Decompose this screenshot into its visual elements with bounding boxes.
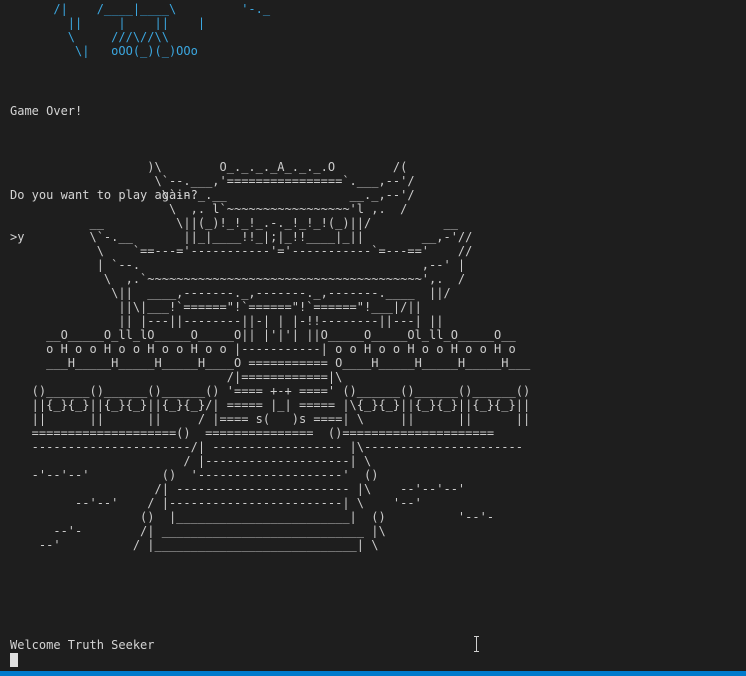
ascii-art-line: \ ///\//\\ bbox=[10, 30, 169, 44]
temple-art-line: / |--------------------| \ bbox=[10, 454, 372, 468]
temple-art-line: \ ,.`~~~~~~~~~~~~~~~~~~~~~~~~~~~~~~~~~~~… bbox=[10, 272, 466, 286]
temple-art-line: ====================() =============== (… bbox=[10, 426, 495, 440]
terminal-panel[interactable]: /| /____|____\ '-._ || | || | \ ///\//\\… bbox=[0, 0, 746, 676]
temple-art-line: \ ,. l`~~~~~~~~~~~~~~~~~'l ,. / bbox=[10, 202, 408, 216]
ascii-art-line: || | || | bbox=[10, 16, 206, 30]
temple-art-line: __O_____O_ll_lO_____O_____O|| |'|'| ||O_… bbox=[10, 328, 516, 342]
temple-art-line: /|============|\ bbox=[10, 370, 343, 384]
temple-art-line: ___H_____H_____H_____H____O =========== … bbox=[10, 356, 531, 370]
game-over-text: Game Over! bbox=[10, 104, 83, 118]
temple-art-line: \`--._.__ __._,--'/ bbox=[10, 188, 415, 202]
temple-art-line: -'--'--' () '--------------------' () bbox=[10, 468, 379, 482]
temple-art-line: /| ------------------------ |\ --'--'--' bbox=[10, 482, 466, 496]
ascii-art-line: \| oOO(_)(_)OOo bbox=[10, 44, 198, 58]
temple-art-line: () |________________________| () '--'- bbox=[10, 510, 495, 524]
temple-art-line: | `--. ,--' | bbox=[10, 258, 466, 272]
temple-art-line: \`--.___,'================`.___,--'/ bbox=[10, 174, 415, 188]
ascii-art-top: /| /____|____\ '-._ || | || | \ ///\//\\… bbox=[10, 2, 270, 58]
temple-art-line: ()______()______()______() '==== +-+ ===… bbox=[10, 384, 531, 398]
temple-art-line: ||\|___!`======"!`======"!`======"!___|/… bbox=[10, 300, 422, 314]
temple-art-line: ----------------------/| ---------------… bbox=[10, 440, 523, 454]
temple-art-line: ||{_}{_}||{_}{_}||{_}{_}/| ===== |_| ===… bbox=[10, 398, 531, 412]
temple-art-line: || || || / |==== s( )s ====| \ || || || bbox=[10, 412, 531, 426]
temple-art-line: --'- /| ____________________________ |\ bbox=[10, 524, 386, 538]
temple-art-line: --' / |____________________________| \ bbox=[10, 538, 379, 552]
temple-art-line: \|| ____,-------._,-------._,-------.___… bbox=[10, 286, 451, 300]
terminal-input-line[interactable] bbox=[10, 653, 18, 667]
temple-art-line: \ `==---='-----------'='-----------`=---… bbox=[10, 244, 473, 258]
temple-art-line: __ \||(_)!_!_!_.-._!_!_!(_)||/ __ bbox=[10, 216, 458, 230]
temple-art-line: --'--' / |------------------------| \ '-… bbox=[10, 496, 422, 510]
temple-art-line: o H o o H o o H o o H o o |-----------| … bbox=[10, 342, 516, 356]
status-bar bbox=[0, 671, 746, 676]
temple-art-line: || |---||--------||-| | |-!!--------||--… bbox=[10, 314, 444, 328]
ascii-art-temple: )\ O_._._._A_._._.O /( \`--.___,'=======… bbox=[10, 160, 531, 552]
welcome-message: Welcome Truth Seeker bbox=[10, 638, 155, 652]
ascii-art-line: /| /____|____\ '-._ bbox=[10, 2, 271, 16]
text-cursor bbox=[10, 653, 18, 667]
temple-art-line: )\ O_._._._A_._._.O /( bbox=[10, 160, 408, 174]
mouse-ibeam-cursor-icon bbox=[473, 636, 481, 652]
temple-art-line: \`-.__ ||_|____!!_|;|_!!____|_|| __,-'// bbox=[10, 230, 473, 244]
